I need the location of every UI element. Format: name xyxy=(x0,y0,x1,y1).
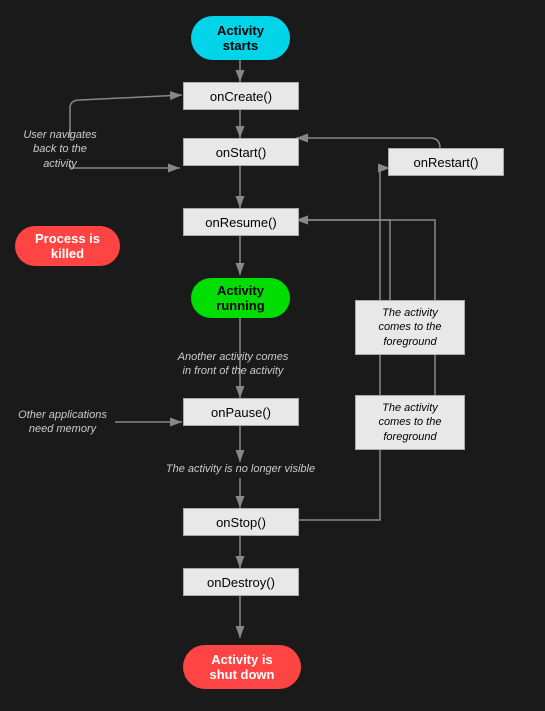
another-activity-label: Another activity comesin front of the ac… xyxy=(158,350,308,379)
on-destroy-node: onDestroy() xyxy=(183,568,299,596)
activity-foreground-label-2: The activitycomes to theforeground xyxy=(355,395,465,450)
activity-shutdown-node: Activity isshut down xyxy=(183,645,301,689)
on-restart-node: onRestart() xyxy=(388,148,504,176)
other-apps-memory-label: Other applicationsneed memory xyxy=(10,408,115,437)
on-pause-node: onPause() xyxy=(183,398,299,426)
process-killed-node: Process iskilled xyxy=(15,226,120,266)
on-start-label: onStart() xyxy=(216,145,267,160)
lifecycle-diagram: Activitystarts onCreate() User navigates… xyxy=(0,0,545,711)
process-killed-label: Process iskilled xyxy=(35,231,100,261)
on-stop-node: onStop() xyxy=(183,508,299,536)
on-resume-label: onResume() xyxy=(205,215,277,230)
activity-starts-node: Activitystarts xyxy=(191,16,290,60)
on-destroy-label: onDestroy() xyxy=(207,575,275,590)
activity-running-label: Activityrunning xyxy=(216,283,264,313)
on-stop-label: onStop() xyxy=(216,515,266,530)
on-restart-label: onRestart() xyxy=(413,155,478,170)
user-navigates-back-label: User navigatesback to theactivity xyxy=(15,128,105,171)
on-create-label: onCreate() xyxy=(210,89,272,104)
not-visible-label: The activity is no longer visible xyxy=(143,462,338,476)
activity-starts-label: Activitystarts xyxy=(217,23,264,53)
activity-running-node: Activityrunning xyxy=(191,278,290,318)
on-pause-label: onPause() xyxy=(211,405,271,420)
activity-shutdown-label: Activity isshut down xyxy=(210,652,275,682)
on-start-node: onStart() xyxy=(183,138,299,166)
activity-foreground-label-1: The activitycomes to theforeground xyxy=(355,300,465,355)
on-create-node: onCreate() xyxy=(183,82,299,110)
on-resume-node: onResume() xyxy=(183,208,299,236)
